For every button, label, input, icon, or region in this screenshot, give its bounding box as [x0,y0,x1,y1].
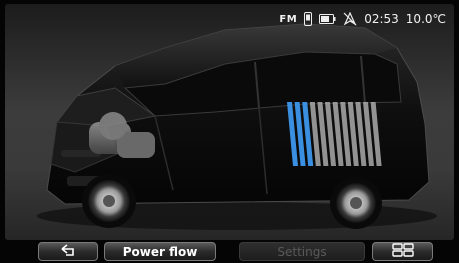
car-illustration [37,23,437,230]
back-arrow-icon [59,244,77,259]
rear-wheel [330,177,382,229]
power-flow-button[interactable]: Power flow [104,242,216,261]
settings-label: Settings [277,244,327,259]
status-bar: FM 02:53 10.0℃ [279,10,446,28]
infotainment-screen: FM 02:53 10.0℃ Power flow Settings [0,0,459,263]
radio-band-label: FM [279,13,298,25]
clock: 02:53 [364,12,399,26]
no-navigation-icon [343,12,357,26]
battery-icon [319,14,336,24]
main-display: FM 02:53 10.0℃ [5,4,454,240]
phone-icon [304,12,313,26]
power-flow-label: Power flow [122,244,198,259]
back-button[interactable] [38,242,98,261]
bottom-navigation-bar: Power flow Settings [0,240,459,263]
grid-menu-icon [391,243,414,260]
menu-button[interactable] [372,242,433,261]
outside-temperature: 10.0℃ [405,12,446,26]
settings-button[interactable]: Settings [239,242,365,261]
front-wheel [82,174,136,228]
